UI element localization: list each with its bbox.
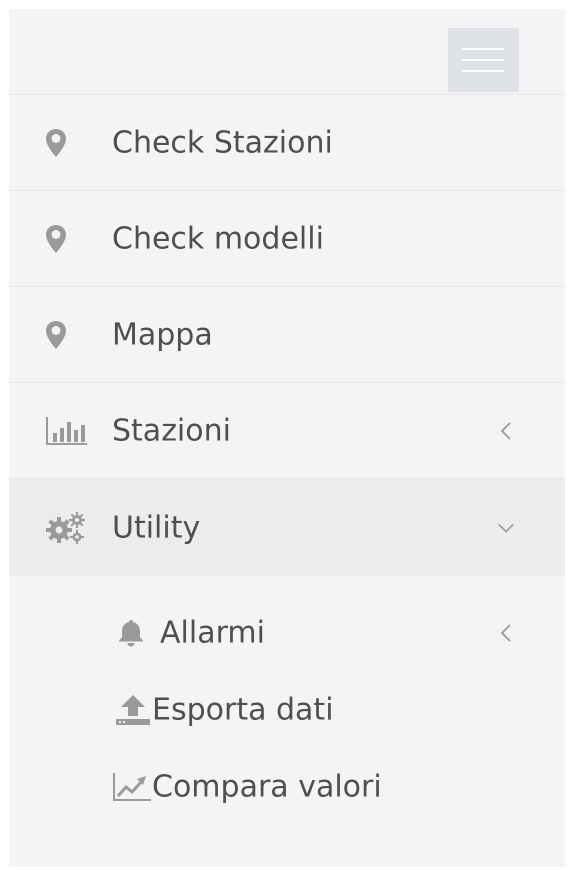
sidebar-header (9, 9, 565, 95)
upload-icon (115, 693, 151, 727)
map-marker-icon (45, 126, 89, 160)
sidebar-item-label: Check Stazioni (112, 125, 333, 160)
map-marker-icon (45, 318, 89, 352)
sidebar-item-check-stazioni[interactable]: Check Stazioni (9, 95, 565, 191)
sidebar-item-mappa[interactable]: Mappa (9, 287, 565, 383)
sidebar-item-label: Utility (112, 510, 201, 545)
sidebar-item-label: Stazioni (112, 413, 231, 448)
chevron-left-icon[interactable] (497, 419, 515, 443)
map-marker-icon (45, 222, 89, 256)
submenu-item-label: Allarmi (160, 615, 265, 651)
utility-submenu: Allarmi Esporta dati Compara valori (9, 576, 565, 856)
bell-icon (115, 617, 147, 649)
sidebar: Check Stazioni Check modelli Mappa Stazi… (9, 9, 565, 867)
gears-icon (45, 511, 89, 545)
submenu-item-label: Compara valori (152, 769, 382, 805)
bar-chart-icon (45, 414, 89, 448)
sidebar-item-label: Check modelli (112, 221, 324, 256)
submenu-item-esporta-dati[interactable]: Esporta dati (9, 675, 565, 745)
line-chart-icon (112, 771, 152, 803)
sidebar-item-label: Mappa (112, 317, 213, 352)
sidebar-item-check-modelli[interactable]: Check modelli (9, 191, 565, 287)
sidebar-item-utility[interactable]: Utility (9, 479, 565, 576)
menu-toggle-button[interactable] (448, 28, 519, 92)
chevron-down-icon[interactable] (497, 516, 515, 540)
submenu-item-compara-valori[interactable]: Compara valori (9, 752, 565, 822)
submenu-item-label: Esporta dati (152, 692, 334, 728)
sidebar-item-stazioni[interactable]: Stazioni (9, 383, 565, 479)
chevron-left-icon[interactable] (497, 621, 515, 645)
submenu-item-allarmi[interactable]: Allarmi (9, 598, 565, 668)
